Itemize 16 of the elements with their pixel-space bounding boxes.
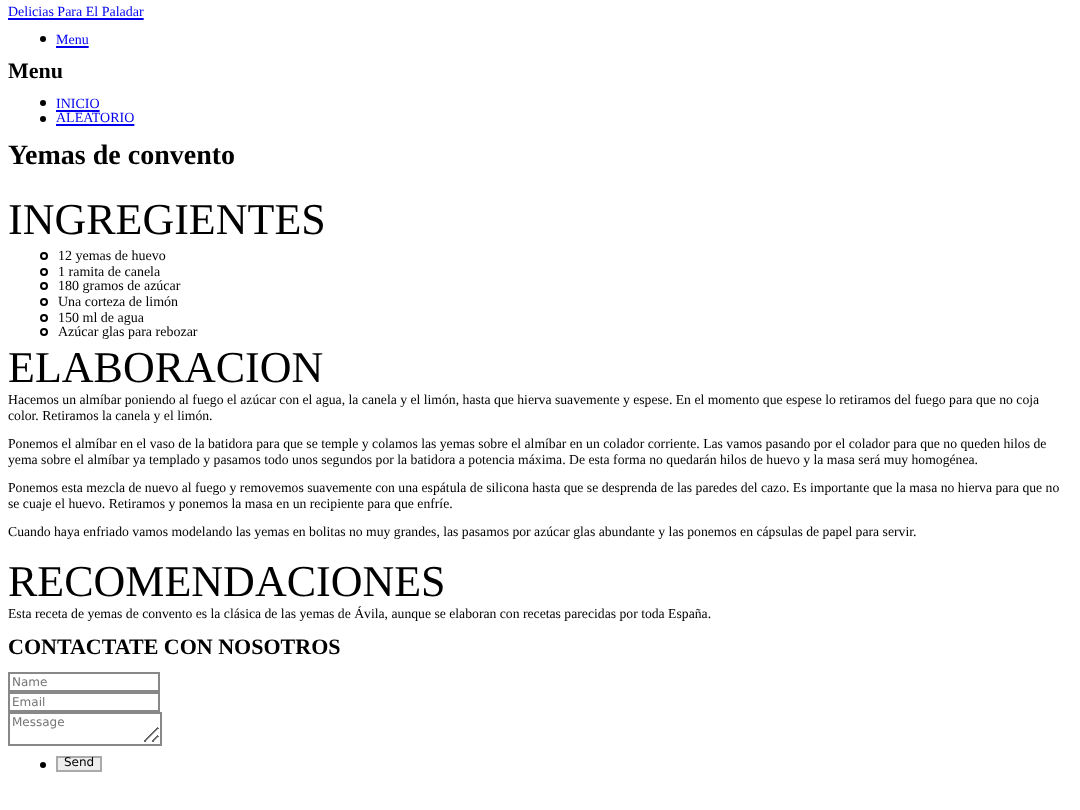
page-title: Yemas de convento — [8, 142, 238, 175]
bullet-icon — [40, 282, 48, 291]
bullet-icon — [40, 36, 46, 43]
section-heading: INGREGIENTES — [8, 198, 326, 243]
section-heading: ELABORACION — [8, 346, 324, 391]
bullet-icon — [40, 267, 48, 276]
bullet-icon — [40, 761, 46, 768]
contact-heading: CONTACTATE CON NOSOTROS — [8, 636, 343, 661]
bullet-icon — [40, 297, 48, 306]
bullet-icon — [40, 115, 46, 122]
bullet-icon — [40, 328, 48, 337]
bullet-icon — [40, 100, 46, 107]
bullet-icon — [40, 251, 48, 260]
bullet-icon — [40, 313, 48, 322]
menu-heading: Menu — [8, 59, 65, 84]
section-heading: RECOMENDACIONES — [8, 560, 446, 605]
